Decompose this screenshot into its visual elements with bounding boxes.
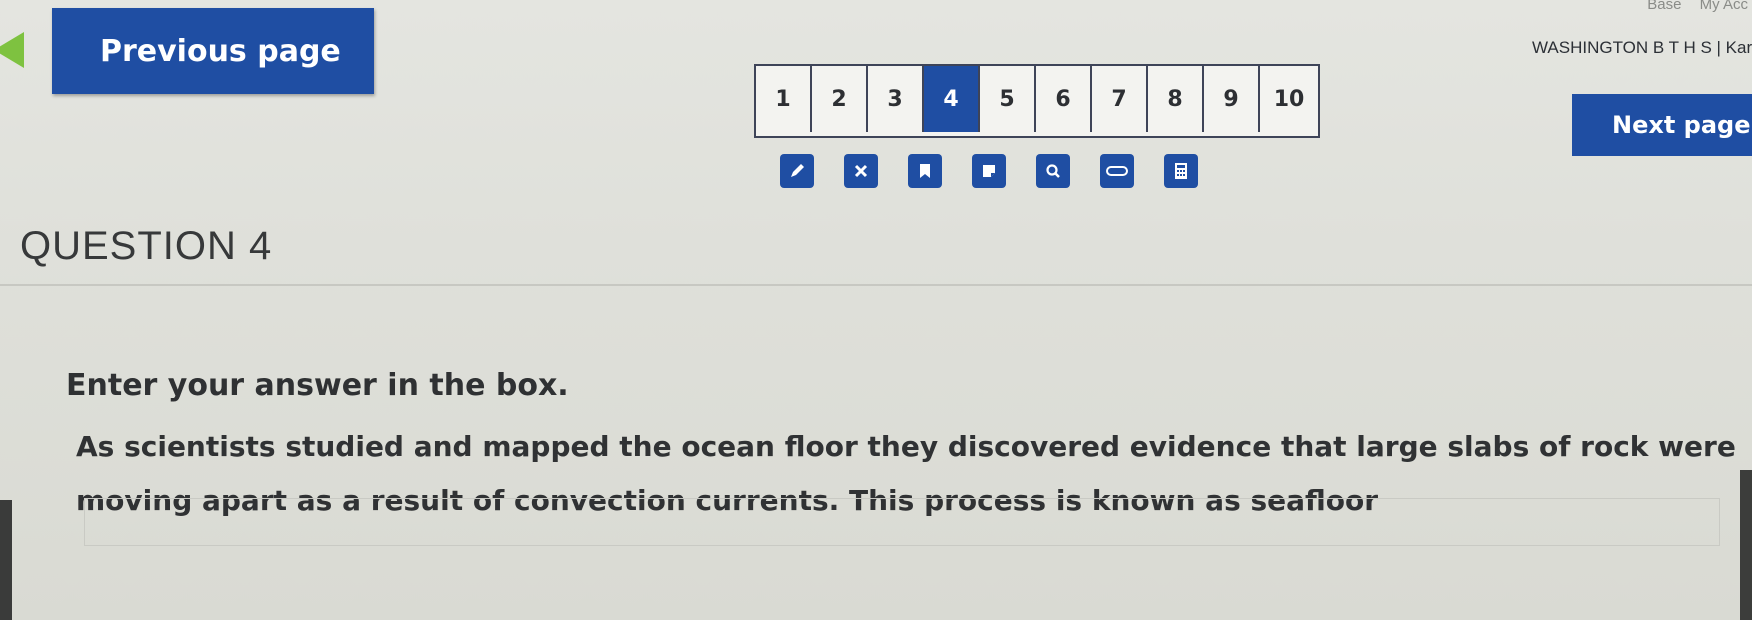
divider: [0, 284, 1752, 286]
page-button-8[interactable]: 8: [1148, 66, 1204, 132]
line-reader-icon[interactable]: [1100, 154, 1134, 188]
page-button-6[interactable]: 6: [1036, 66, 1092, 132]
top-link-base[interactable]: Base: [1647, 0, 1681, 13]
answer-input[interactable]: [84, 498, 1720, 546]
calculator-icon[interactable]: [1164, 154, 1198, 188]
page-button-9[interactable]: 9: [1204, 66, 1260, 132]
zoom-icon[interactable]: [1036, 154, 1070, 188]
page-button-4[interactable]: 4: [924, 66, 980, 132]
screen-bezel-right: [1740, 470, 1752, 620]
bookmark-icon[interactable]: [908, 154, 942, 188]
screen-bezel-left: [0, 500, 12, 620]
previous-page-label: Previous page: [100, 33, 341, 69]
close-icon[interactable]: [844, 154, 878, 188]
question-heading: QUESTION 4: [20, 224, 273, 268]
pencil-icon[interactable]: [780, 154, 814, 188]
question-line-1: As scientists studied and mapped the oce…: [76, 430, 1736, 463]
question-pagination: 1 2 3 4 5 6 7 8 9 10: [754, 64, 1320, 138]
page-button-2[interactable]: 2: [812, 66, 868, 132]
next-page-label: Next page: [1612, 111, 1751, 139]
page-button-1[interactable]: 1: [756, 66, 812, 132]
next-page-button[interactable]: Next page: [1572, 94, 1752, 156]
page-button-7[interactable]: 7: [1092, 66, 1148, 132]
top-links: Base My Acc: [1633, 0, 1748, 13]
page-button-3[interactable]: 3: [868, 66, 924, 132]
question-prompt: Enter your answer in the box.: [66, 368, 569, 403]
note-icon[interactable]: [972, 154, 1006, 188]
tool-bar: [780, 154, 1198, 188]
school-info: WASHINGTON B T H S | Kary L: [1532, 38, 1752, 57]
page-button-10[interactable]: 10: [1260, 66, 1318, 132]
top-link-my-account[interactable]: My Acc: [1700, 0, 1748, 13]
previous-page-button[interactable]: Previous page: [52, 8, 374, 94]
back-arrow-tail: [6, 44, 20, 56]
page-button-5[interactable]: 5: [980, 66, 1036, 132]
